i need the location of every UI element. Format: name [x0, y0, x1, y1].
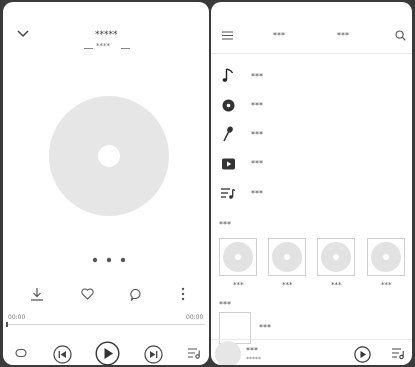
menu-item-label: ***	[251, 189, 263, 198]
progress-track[interactable]	[7, 324, 205, 325]
repeat-loop-icon[interactable]	[14, 346, 28, 360]
library-screen: *** *** *** *** *** *** *** *** *** *** …	[211, 2, 412, 365]
playlist-label: ***	[259, 323, 271, 332]
album-label: ***	[233, 281, 244, 289]
mini-player-cover	[215, 341, 241, 365]
mini-play-icon[interactable]	[353, 345, 371, 363]
subtitle-rule-right	[121, 48, 130, 49]
album-thumbnail	[268, 238, 306, 276]
next-track-icon[interactable]	[143, 344, 163, 364]
previous-track-icon[interactable]	[52, 344, 72, 364]
album-thumbnail	[317, 238, 355, 276]
total-time: 00:00	[186, 314, 204, 321]
mini-playlist-icon[interactable]	[390, 346, 406, 361]
more-dots-icon[interactable]	[89, 254, 129, 266]
now-playing-screen: ***** **** 00:00 00:00	[3, 2, 209, 365]
playlist-icon	[220, 185, 236, 201]
favorite-heart-icon[interactable]	[79, 286, 95, 302]
comment-icon[interactable]	[128, 286, 144, 302]
search-icon[interactable]	[394, 29, 406, 41]
album-label: ***	[282, 281, 293, 289]
progress-knob[interactable]	[6, 322, 8, 327]
song-artist: ****	[96, 42, 110, 50]
more-vertical-icon[interactable]	[178, 286, 188, 302]
tab-2[interactable]: ***	[337, 32, 349, 40]
hamburger-menu-icon[interactable]	[221, 29, 233, 41]
subtitle-rule-left	[84, 48, 93, 49]
mini-player-title: ***	[246, 346, 258, 355]
song-title: *****	[95, 30, 118, 40]
tab-1[interactable]: ***	[273, 32, 285, 40]
album-thumbnail	[219, 238, 257, 276]
playlist-queue-icon[interactable]	[186, 346, 202, 360]
video-play-icon	[220, 156, 236, 172]
download-icon[interactable]	[29, 286, 45, 302]
menu-item-label: ***	[251, 101, 263, 110]
album-label: ***	[331, 281, 342, 289]
menu-item-label: ***	[251, 159, 263, 168]
playlists-section-heading: ***	[219, 300, 231, 309]
microphone-icon	[220, 125, 236, 143]
collapse-chevron-down-icon[interactable]	[15, 28, 31, 40]
menu-item-label: ***	[251, 130, 263, 139]
current-time: 00:00	[8, 314, 26, 321]
menu-item-label: ***	[251, 72, 263, 81]
album-thumbnail	[367, 238, 405, 276]
disc-icon	[220, 97, 236, 113]
header-divider	[211, 53, 412, 54]
album-cover-disc	[49, 96, 169, 216]
mini-player-subtitle: *****	[246, 356, 261, 363]
play-button-icon[interactable]	[94, 340, 120, 365]
album-label: ***	[381, 281, 392, 289]
albums-section-heading: ***	[219, 220, 231, 229]
music-note-icon	[220, 66, 236, 84]
mini-player-divider	[211, 339, 412, 340]
